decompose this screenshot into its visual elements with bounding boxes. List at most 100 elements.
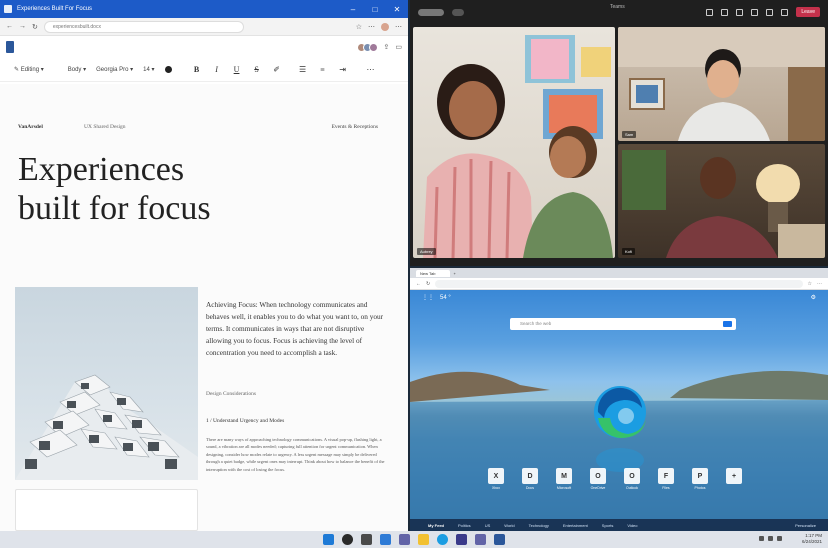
style-label: Body <box>67 67 82 73</box>
share-screen-icon[interactable] <box>781 8 789 16</box>
strikethrough-button[interactable]: S <box>252 65 262 74</box>
more-actions-icon[interactable] <box>736 8 744 16</box>
video-tile-main[interactable]: Aubrey <box>413 27 615 258</box>
meeting-info[interactable] <box>452 8 464 16</box>
search-input[interactable]: Search the web <box>510 318 736 330</box>
comments-icon[interactable]: ▭ <box>395 43 402 51</box>
search-icon[interactable] <box>723 321 732 327</box>
new-tab-page: ⋮⋮ 54 ° ⚙ Search the web X Xbox D Docs M Micr… <box>410 290 828 531</box>
tab-new[interactable]: New Tab <box>416 269 450 277</box>
font-size-dropdown[interactable]: 14 ▾ <box>143 66 154 73</box>
apps-icon[interactable]: ⋮⋮ <box>422 294 434 301</box>
maximize-icon[interactable]: □ <box>364 5 386 14</box>
italic-button[interactable]: I <box>212 65 222 74</box>
document-canvas[interactable]: VanArsdel UX Shared Design Events & Rece… <box>0 84 408 531</box>
edge-taskbar-icon[interactable] <box>437 534 448 545</box>
forward-icon[interactable]: → <box>19 23 26 30</box>
feed-tab[interactable]: My Feed <box>428 523 444 528</box>
address-bar[interactable] <box>435 279 803 288</box>
menu-icon[interactable]: ⋯ <box>395 23 402 31</box>
style-dropdown[interactable]: Body ▾ <box>68 66 86 73</box>
word-titlebar: Experiences Built For Focus – □ ✕ <box>0 0 408 18</box>
task-view-icon[interactable] <box>361 534 372 545</box>
more-icon[interactable]: ⋯ <box>366 65 376 74</box>
feed-tab[interactable]: Video <box>627 523 637 528</box>
menu-icon[interactable]: ⋯ <box>817 281 822 287</box>
underline-button[interactable]: U <box>232 65 242 74</box>
back-icon[interactable]: ← <box>6 23 13 30</box>
refresh-icon[interactable]: ↻ <box>32 23 38 31</box>
start-icon[interactable] <box>323 534 334 545</box>
favorites-icon[interactable]: ☆ <box>808 281 812 287</box>
word-taskbar-icon[interactable] <box>494 534 505 545</box>
shortcut-label: Photos <box>694 486 706 490</box>
edge-window: New Tab + ← ↻ ☆ ⋯ ⋮⋮ 54 ° ⚙ Search the w… <box>410 268 828 531</box>
participant-name: Sam <box>622 131 637 138</box>
camera-icon[interactable] <box>751 8 759 16</box>
address-bar[interactable]: experiencesbuilt.docx <box>43 20 244 33</box>
mic-icon[interactable] <box>766 8 774 16</box>
feed-tab[interactable]: US <box>485 523 491 528</box>
clock[interactable]: 1:17 PM 6/24/2021 <box>802 533 822 545</box>
back-icon[interactable]: ← <box>416 281 421 287</box>
shortcut-tile[interactable]: O OneDrive <box>588 468 608 490</box>
indent-icon[interactable]: ⇥ <box>338 65 348 74</box>
wifi-icon[interactable] <box>759 536 764 541</box>
shortcut-icon: + <box>726 468 742 484</box>
teams-chat-icon[interactable] <box>399 534 410 545</box>
chat-icon[interactable] <box>721 8 729 16</box>
minimize-icon[interactable]: – <box>342 5 364 14</box>
section-title: 1 / Understand Urgency and Modes <box>206 418 285 424</box>
search-icon[interactable] <box>342 534 353 545</box>
feed-tab[interactable]: Entertainment <box>563 523 588 528</box>
feed-tab[interactable]: Technology <box>529 523 549 528</box>
bullets-icon[interactable]: ☰ <box>298 65 308 74</box>
title-line-1: Experiences <box>18 151 185 188</box>
participant-video <box>622 150 825 258</box>
font-label: Georgia Pro <box>96 67 129 73</box>
settings-icon[interactable]: ⋯ <box>368 23 375 31</box>
numbering-icon[interactable]: ≡ <box>318 65 328 74</box>
leave-button[interactable]: Leave <box>796 7 820 17</box>
shortcut-tile[interactable]: O Outlook <box>622 468 642 490</box>
shortcut-tile[interactable]: + <box>724 468 744 490</box>
edge-toolbar: ← ↻ ☆ ⋯ <box>410 278 828 290</box>
participants-icon[interactable] <box>706 8 714 16</box>
font-color-icon[interactable] <box>164 66 172 73</box>
feed-tab[interactable]: World <box>504 523 514 528</box>
shortcut-tile[interactable]: F Files <box>656 468 676 490</box>
weather-widget[interactable]: 54 ° <box>440 295 451 301</box>
store-icon[interactable] <box>456 534 467 545</box>
refresh-icon[interactable]: ↻ <box>426 281 430 287</box>
volume-icon[interactable] <box>768 536 773 541</box>
bold-button[interactable]: B <box>192 65 202 74</box>
shortcut-tile[interactable]: X Xbox <box>486 468 506 490</box>
shortcut-icon: D <box>522 468 538 484</box>
shortcut-tile[interactable]: P Photos <box>690 468 710 490</box>
new-tab-button[interactable]: + <box>454 271 456 276</box>
shortcut-icon: O <box>590 468 606 484</box>
close-icon[interactable]: ✕ <box>386 5 408 14</box>
video-tile-2[interactable]: Sam <box>618 27 825 141</box>
editing-mode-button[interactable]: ✎ Editing ▾ <box>14 66 44 73</box>
profile-avatar[interactable] <box>381 22 389 31</box>
personalize-button[interactable]: Personalize <box>795 523 816 528</box>
title-line-2: built for focus <box>18 190 211 227</box>
collaborator-avatars[interactable] <box>356 42 378 52</box>
highlight-icon[interactable]: ✐ <box>272 65 282 74</box>
page-settings-icon[interactable]: ⚙ <box>811 294 816 301</box>
share-icon[interactable]: ⇪ <box>384 43 390 51</box>
file-explorer-icon[interactable] <box>418 534 429 545</box>
participant-name: Kofi <box>622 248 635 255</box>
favorites-icon[interactable]: ☆ <box>356 23 362 31</box>
shortcut-tile[interactable]: M Microsoft <box>554 468 574 490</box>
battery-icon[interactable] <box>777 536 782 541</box>
font-dropdown[interactable]: Georgia Pro ▾ <box>96 66 133 73</box>
video-tile-3[interactable]: Kofi <box>618 144 825 258</box>
teams-taskbar-icon[interactable] <box>475 534 486 545</box>
desktop: Experiences Built For Focus – □ ✕ ← → ↻ … <box>0 0 828 548</box>
feed-tab[interactable]: Politics <box>458 523 471 528</box>
shortcut-tile[interactable]: D Docs <box>520 468 540 490</box>
widgets-icon[interactable] <box>380 534 391 545</box>
feed-tab[interactable]: Sports <box>602 523 614 528</box>
